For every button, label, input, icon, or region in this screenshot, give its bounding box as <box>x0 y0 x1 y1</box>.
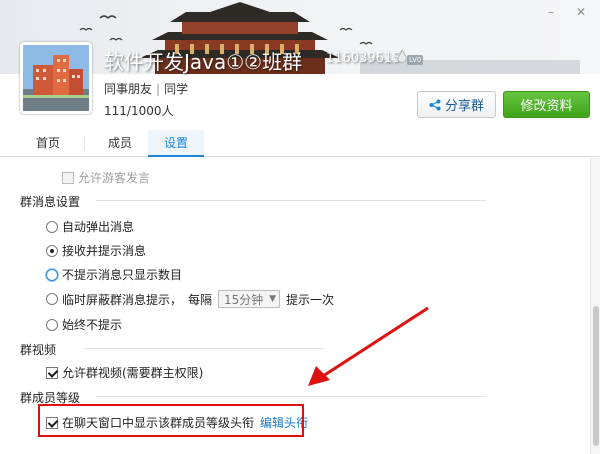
group-video-title: 群视频 <box>20 343 57 357</box>
allow-guest-row: 允许游客发言 <box>62 169 150 186</box>
allow-video-checkbox[interactable] <box>46 366 58 379</box>
scrollbar-thumb[interactable] <box>593 306 599 446</box>
group-name: 软件开发Java①②班群 <box>104 50 303 74</box>
flame-icon <box>397 50 407 63</box>
dropdown-arrow-icon: ▼ <box>269 294 277 304</box>
annotation-highlight-box <box>38 404 304 437</box>
group-tags: 同事朋友 | 同学 <box>104 80 188 97</box>
radio-label: 自动弹出消息 <box>62 220 135 234</box>
avatar-building-image <box>23 45 89 111</box>
section-divider <box>96 396 486 397</box>
radio-label: 接收并提示消息 <box>62 244 147 258</box>
tab-home[interactable]: 首页 <box>20 130 76 157</box>
annotation-arrow <box>308 306 429 386</box>
tab-members[interactable]: 成员 <box>92 130 148 157</box>
section-divider <box>84 348 324 349</box>
allow-guest-checkbox[interactable] <box>62 171 74 184</box>
share-icon <box>429 99 441 110</box>
minimize-button[interactable]: – <box>543 6 559 18</box>
tag-separator: | <box>156 82 161 96</box>
level-badge: LV0 <box>407 55 424 65</box>
group-header: – ✕ 软件开发Java①②班群 116039615 LV0 同事朋友 | 同学 1 <box>0 0 600 130</box>
count-only-radio[interactable] <box>46 268 58 281</box>
interval-prefix: 每隔 <box>188 292 213 307</box>
receive-and-notify-radio[interactable] <box>46 244 58 257</box>
group-avatar[interactable] <box>20 42 92 114</box>
tab-bar: 首页 成员 设置 <box>0 130 600 157</box>
message-option-row: 接收并提示消息 <box>46 242 146 259</box>
message-option-row: 临时屏蔽群消息提示， 每隔 15分钟 ▼ 提示一次 <box>46 290 334 308</box>
vertical-scrollbar[interactable] <box>590 158 600 454</box>
message-option-row: 始终不提示 <box>46 316 122 333</box>
group-number: 116039615 <box>326 51 401 66</box>
share-group-button[interactable]: 分享群 <box>417 91 496 118</box>
tag-item[interactable]: 同事朋友 <box>104 82 152 96</box>
member-count: 111/1000人 <box>104 104 174 118</box>
edit-profile-button[interactable]: 修改资料 <box>503 91 590 118</box>
allow-video-row: 允许群视频(需要群主权限) <box>46 364 203 381</box>
radio-label: 不提示消息只显示数目 <box>62 268 183 282</box>
auto-popup-radio[interactable] <box>46 220 58 233</box>
message-option-row: 不提示消息只显示数目 <box>46 266 182 283</box>
radio-label: 始终不提示 <box>62 318 123 332</box>
tab-divider <box>84 136 85 151</box>
temp-block-radio[interactable] <box>46 293 58 305</box>
interval-value: 15分钟 <box>224 292 264 307</box>
tag-item[interactable]: 同学 <box>164 82 188 96</box>
allow-video-label: 允许群视频(需要群主权限) <box>62 366 204 380</box>
allow-guest-label: 允许游客发言 <box>78 171 151 185</box>
share-button-label: 分享群 <box>444 99 484 114</box>
interval-select[interactable]: 15分钟 ▼ <box>218 290 281 308</box>
radio-label: 临时屏蔽群消息提示， <box>62 292 183 307</box>
never-notify-radio[interactable] <box>46 318 58 331</box>
message-settings-title: 群消息设置 <box>20 195 81 209</box>
tab-settings[interactable]: 设置 <box>148 130 204 157</box>
section-divider <box>96 200 486 201</box>
message-option-row: 自动弹出消息 <box>46 218 134 235</box>
close-button[interactable]: ✕ <box>573 6 589 18</box>
